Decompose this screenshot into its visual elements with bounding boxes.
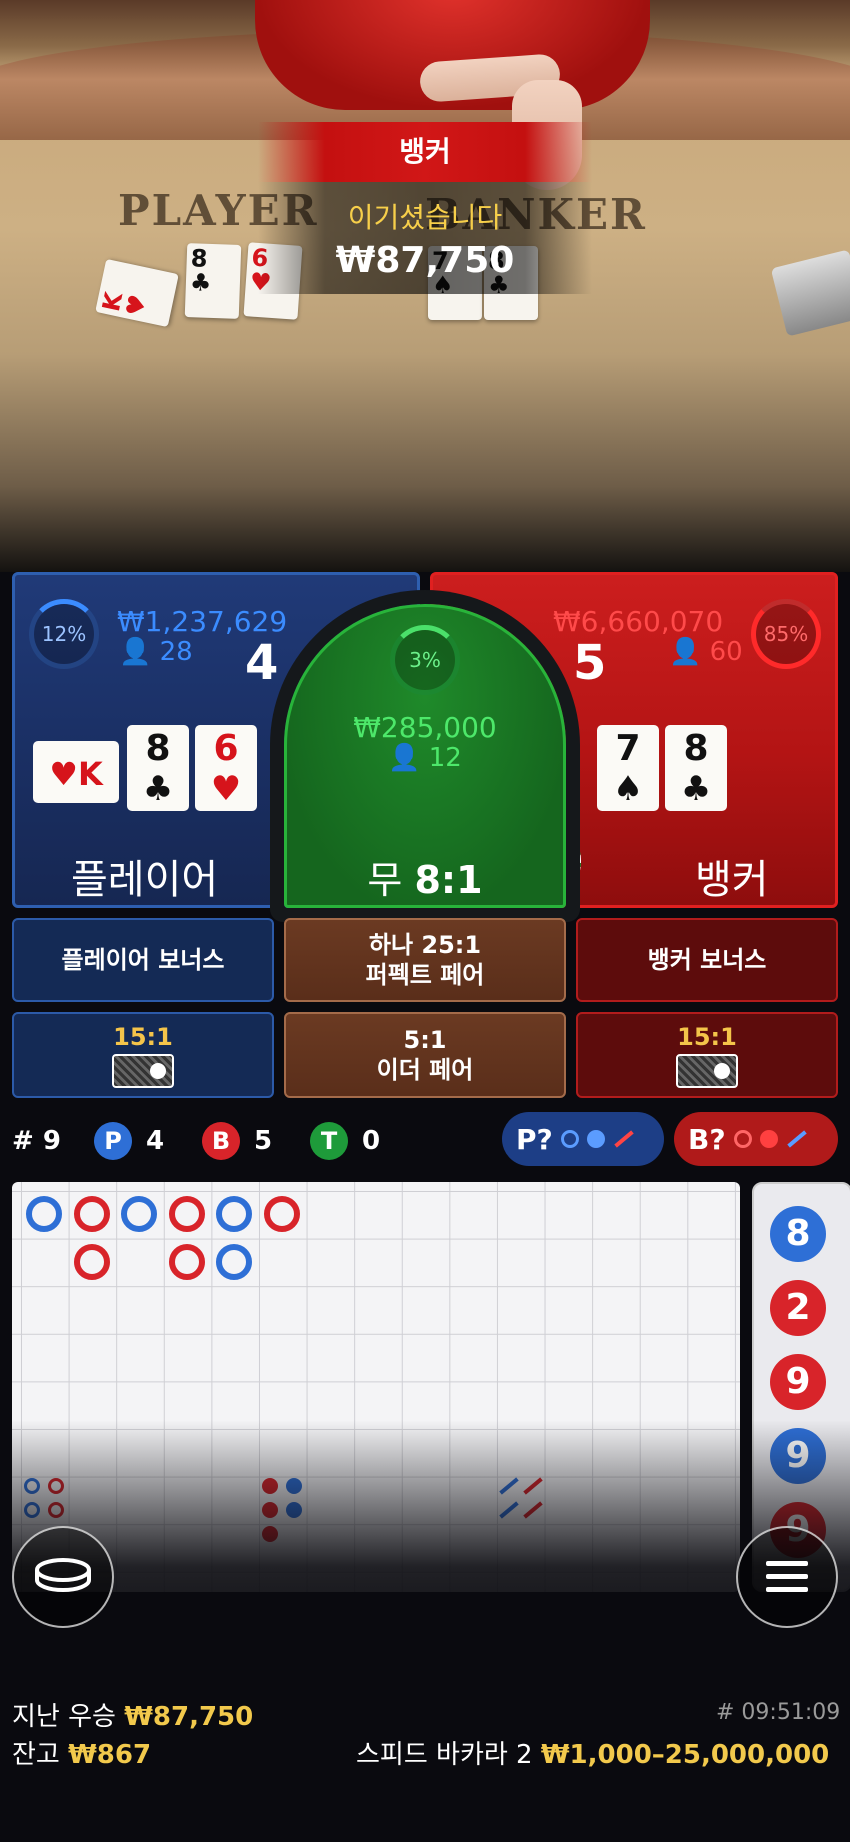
- road-bead: [121, 1196, 157, 1232]
- round-count: # 9: [12, 1126, 61, 1156]
- tie-count: 👤 12: [388, 743, 462, 773]
- filled-circle-icon: [586, 1130, 605, 1148]
- perfect-pair-button[interactable]: 하나 25:1 퍼펙트 페어: [284, 918, 566, 1002]
- stats-row: # 9 P 4 B 5 T 0 P? B?: [0, 1112, 850, 1172]
- chip-stack-button[interactable]: [12, 1526, 114, 1628]
- player-pair-button[interactable]: 15:1: [12, 1012, 274, 1098]
- banker-wins-badge: B: [202, 1122, 240, 1160]
- banker-wins-count: 5: [254, 1126, 273, 1156]
- live-video: PLAYER BANKER K♥ 8♣ 6♥ 7♠ 8♣ 뱅커 이기셨습니다 ₩…: [0, 0, 850, 572]
- winner-panel: 이기셨습니다 ₩87,750: [258, 182, 592, 294]
- app-root: PLAYER BANKER K♥ 8♣ 6♥ 7♠ 8♣ 뱅커 이기셨습니다 ₩…: [0, 0, 850, 1842]
- banker-mini-card-2: 8 ♣: [665, 725, 727, 811]
- player-wins-count: 4: [146, 1126, 165, 1156]
- winner-side: 뱅커: [258, 122, 592, 182]
- filled-circle-icon: [759, 1130, 778, 1148]
- player-predict-button[interactable]: P?: [502, 1112, 664, 1166]
- tie-wins-badge: T: [310, 1122, 348, 1160]
- banker-mini-card-1: 7 ♠: [597, 725, 659, 811]
- card-shoe: [770, 249, 850, 337]
- slash-icon: [614, 1130, 634, 1148]
- winner-message: 이기셨습니다: [347, 201, 503, 234]
- banker-predict-button[interactable]: B?: [674, 1112, 838, 1166]
- winner-banner: 뱅커 이기셨습니다 ₩87,750: [258, 122, 592, 308]
- road-bead: [169, 1196, 205, 1232]
- banker-total-bet: ₩6,660,070: [553, 605, 724, 638]
- road-bead: [216, 1244, 252, 1280]
- hollow-circle-icon: [733, 1130, 752, 1148]
- tie-total-bet: ₩285,000: [353, 711, 497, 744]
- road-bead: [74, 1244, 110, 1280]
- chip-stack-icon: [35, 1558, 91, 1592]
- either-pair-button[interactable]: 5:1 이더 페어: [284, 1012, 566, 1098]
- banker-label: 뱅커: [695, 857, 769, 903]
- player-mini-card-1: ♥K: [33, 741, 119, 803]
- game-id: # 09:51:09: [716, 1700, 841, 1725]
- balance: 잔고 ₩867: [12, 1740, 152, 1770]
- pair-cards-icon: [112, 1054, 174, 1088]
- player-mini-card-3: 6 ♥: [195, 725, 257, 811]
- banker-count: 👤 60: [669, 637, 743, 667]
- tie-label: 무 8:1: [367, 858, 483, 902]
- player-wins-badge: P: [94, 1122, 132, 1160]
- road-bead: [264, 1196, 300, 1232]
- side-road-number: 8: [770, 1206, 826, 1262]
- side-road-number: 2: [770, 1280, 826, 1336]
- tie-bet-spot[interactable]: 3% ₩285,000 👤 12 무 8:1: [284, 604, 566, 908]
- table-info: 스피드 바카라 2 ₩1,000–25,000,000: [356, 1740, 830, 1770]
- road-bead: [169, 1244, 205, 1280]
- player-label: 플레이어: [71, 857, 219, 903]
- banker-bonus-button[interactable]: 뱅커 보너스: [576, 918, 838, 1002]
- road-bead: [216, 1196, 252, 1232]
- banker-percent-ring: 85%: [751, 599, 821, 669]
- felt-player-card-2: 8 ♣: [184, 243, 242, 319]
- road-bead: [74, 1196, 110, 1232]
- road-bead: [26, 1196, 62, 1232]
- bottom-fade: [0, 1420, 850, 1840]
- banker-pair-button[interactable]: 15:1: [576, 1012, 838, 1098]
- menu-button[interactable]: [736, 1526, 838, 1628]
- tie-percent-ring: 3%: [390, 625, 460, 695]
- felt-player-card-1: K ♥: [95, 258, 179, 328]
- winner-amount: ₩87,750: [335, 240, 515, 281]
- banker-score: 5: [573, 635, 607, 691]
- player-bonus-button[interactable]: 플레이어 보너스: [12, 918, 274, 1002]
- pair-cards-icon: [676, 1054, 738, 1088]
- slash-icon: [786, 1130, 807, 1148]
- player-total-bet: ₩1,237,629: [117, 605, 288, 638]
- person-icon: 👤: [388, 743, 421, 773]
- player-mini-card-2: 8 ♣: [127, 725, 189, 811]
- person-icon: 👤: [119, 637, 152, 667]
- menu-icon: [766, 1561, 808, 1592]
- person-icon: 👤: [669, 637, 702, 667]
- side-road-number: 9: [770, 1354, 826, 1410]
- tie-wins-count: 0: [362, 1126, 381, 1156]
- hollow-circle-icon: [560, 1130, 579, 1148]
- last-win: 지난 우승 ₩87,750: [12, 1702, 254, 1732]
- player-percent-ring: 12%: [29, 599, 99, 669]
- player-score: 4: [245, 635, 279, 691]
- player-count: 👤 28: [119, 637, 193, 667]
